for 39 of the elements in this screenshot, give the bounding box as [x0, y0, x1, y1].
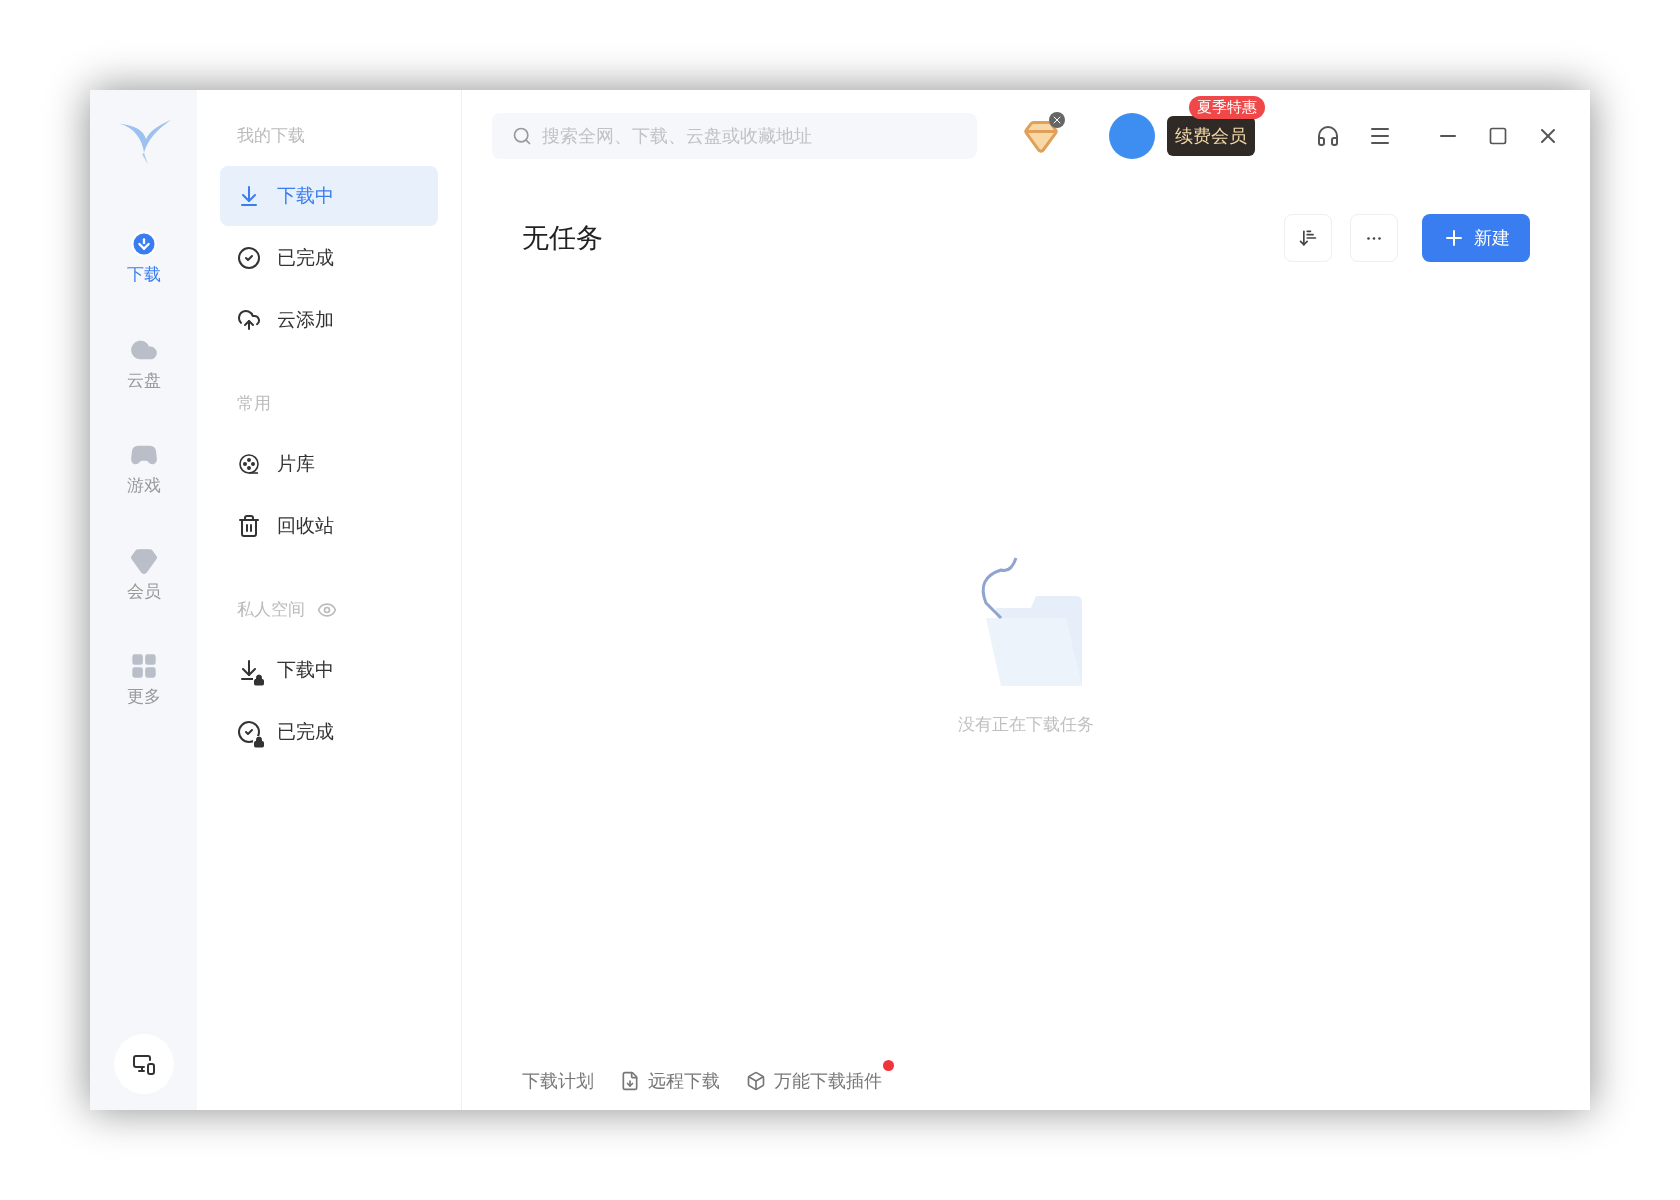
film-reel-icon	[237, 452, 261, 476]
more-icon	[1367, 236, 1381, 240]
remote-file-icon	[620, 1071, 640, 1091]
trash-icon	[237, 514, 261, 538]
section-title: 我的下载	[237, 125, 305, 148]
sort-icon	[1298, 228, 1318, 248]
new-task-button[interactable]: 新建	[1422, 214, 1530, 262]
support-icon[interactable]	[1316, 124, 1340, 148]
download-icon	[129, 230, 158, 258]
promo-badge: 夏季特惠	[1189, 96, 1265, 119]
sidebar-item[interactable]: 片库	[220, 434, 438, 494]
footer-link[interactable]: 远程下载	[620, 1067, 720, 1095]
sidebar-item[interactable]: 云添加	[220, 290, 438, 350]
nav-rail-item[interactable]: 会员	[126, 546, 161, 604]
section-title: 私人空间	[237, 599, 305, 622]
diamond-icon	[129, 546, 158, 575]
sidebar-item[interactable]: 下载中	[220, 166, 438, 226]
footer-link[interactable]: 下载计划	[522, 1067, 594, 1095]
sort-button[interactable]	[1284, 214, 1332, 262]
sidebar-item[interactable]: 已完成	[220, 228, 438, 288]
devices-icon	[131, 1052, 156, 1076]
cloud-upload-icon	[237, 308, 261, 332]
section-title: 常用	[237, 393, 271, 416]
avatar[interactable]	[1109, 113, 1155, 159]
footer-link[interactable]: 万能下载插件	[746, 1067, 882, 1095]
search-icon	[512, 126, 532, 146]
nav-rail-item[interactable]: 更多	[126, 652, 161, 710]
empty-message: 没有正在下载任务	[958, 714, 1094, 737]
nav-rail-item[interactable]: 下载	[126, 230, 161, 288]
renew-membership-button[interactable]: 续费会员	[1167, 116, 1255, 156]
page-title: 无任务	[522, 221, 603, 255]
maximize-icon[interactable]	[1488, 126, 1508, 146]
check-circle-icon	[237, 246, 261, 270]
search-field[interactable]: 搜索全网、下载、云盘或收藏地址	[492, 113, 977, 159]
nav-rail-item[interactable]: 云盘	[126, 335, 161, 393]
sidebar-item[interactable]: 回收站	[220, 496, 438, 556]
cube-icon	[746, 1071, 766, 1091]
grid-icon	[129, 652, 158, 680]
nav-rail-item[interactable]: 游戏	[126, 441, 161, 499]
